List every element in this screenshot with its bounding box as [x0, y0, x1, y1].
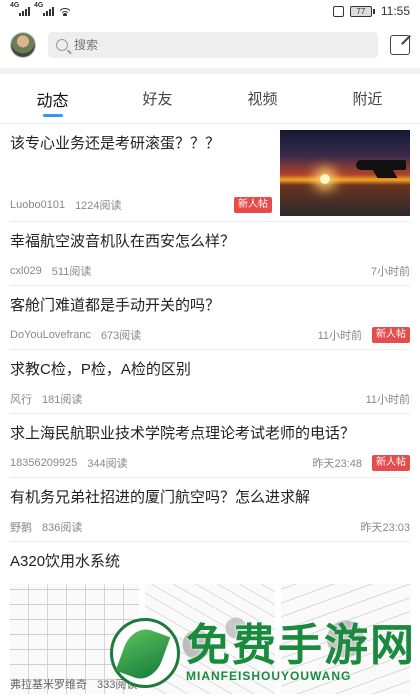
feed: 该专心业务还是考研滚蛋？？？ Luobo0101 1224阅读 新人帖 幸福航空…: [0, 124, 420, 700]
status-left: 4G 4G: [10, 2, 72, 16]
post-author: 野鹅: [10, 522, 32, 534]
post-author: 18356209925: [10, 457, 78, 469]
network-type-label: 4G: [34, 2, 44, 9]
watermark-logo-icon: [110, 618, 180, 688]
search-bar[interactable]: [48, 32, 378, 58]
post-author: 弗拉基米罗维奇: [10, 679, 87, 691]
new-post-badge: 新人帖: [372, 455, 410, 471]
vibrate-icon: [332, 5, 344, 17]
tab-dynamic[interactable]: 动态: [0, 74, 105, 123]
battery-level: 77: [349, 5, 372, 17]
compose-icon[interactable]: [390, 35, 410, 55]
network-type-label: 4G: [10, 2, 20, 9]
post-thumbnail[interactable]: [280, 130, 410, 216]
tab-nearby[interactable]: 附近: [315, 74, 420, 123]
post-views: 344阅读: [87, 458, 128, 470]
top-bar: [0, 22, 420, 68]
clock: 11:55: [380, 4, 410, 18]
list-item[interactable]: 求上海民航职业技术学院考点理论考试老师的电话？ 18356209925 344阅…: [10, 414, 410, 478]
new-post-badge: 新人帖: [372, 327, 410, 343]
tab-video[interactable]: 视频: [210, 74, 315, 123]
post-time: 昨天23:03: [360, 522, 410, 534]
avatar[interactable]: [10, 32, 36, 58]
tab-bar: 动态 好友 视频 附近: [0, 74, 420, 124]
post-title: 有机务兄弟社招进的厦门航空吗？怎么进求解: [10, 489, 311, 506]
post-time: 7小时前: [370, 266, 410, 278]
post-views: 673阅读: [100, 330, 142, 342]
list-item[interactable]: 该专心业务还是考研滚蛋？？？ Luobo0101 1224阅读 新人帖: [10, 124, 410, 222]
post-title: 幸福航空波音机队在西安怎么样？: [10, 233, 236, 250]
status-right: 77 11:55: [332, 4, 410, 18]
post-time: 11小时前: [317, 330, 362, 342]
signal-icon: 4G: [10, 2, 30, 16]
post-time: 11小时前: [365, 394, 410, 406]
post-title: 客舱门难道都是手动开关的吗？: [10, 297, 221, 314]
battery-icon: 77: [349, 5, 375, 17]
status-bar: 4G 4G 77 11:55: [0, 0, 420, 22]
post-author: Luobo0101: [10, 199, 66, 211]
post-views: 511阅读: [51, 266, 92, 278]
wifi-icon: [58, 6, 72, 16]
tab-friends[interactable]: 好友: [105, 74, 210, 123]
post-title: 求上海民航职业技术学院考点理论考试老师的电话？: [10, 425, 356, 442]
list-item[interactable]: 有机务兄弟社招进的厦门航空吗？怎么进求解 野鹅 836阅读 昨天23:03: [10, 478, 410, 542]
watermark: 免费手游网 MIANFEISHOUYOUWANG: [110, 618, 416, 688]
post-title: A320饮用水系统: [10, 553, 121, 570]
post-author: cxl029: [10, 265, 42, 277]
post-title: 求教C检，P检，A检的区别: [10, 361, 191, 378]
list-item[interactable]: 求教C检，P检，A检的区别 风行 181阅读 11小时前: [10, 350, 410, 414]
search-icon: [56, 39, 68, 51]
new-post-badge: 新人帖: [234, 197, 272, 213]
post-views: 836阅读: [42, 522, 83, 534]
post-author: DoYouLovefranc: [10, 329, 91, 341]
list-item[interactable]: 幸福航空波音机队在西安怎么样？ cxl029 511阅读 7小时前: [10, 222, 410, 286]
post-title: 该专心业务还是考研滚蛋？？？: [10, 135, 221, 152]
search-input[interactable]: [74, 38, 370, 52]
list-item[interactable]: 客舱门难道都是手动开关的吗？ DoYouLovefranc 673阅读 11小时…: [10, 286, 410, 350]
post-time: 昨天23:48: [312, 458, 362, 470]
post-author: 风行: [10, 394, 32, 406]
post-views: 1224阅读: [75, 200, 122, 212]
signal-icon: 4G: [34, 2, 54, 16]
watermark-title: 免费手游网: [186, 620, 416, 671]
watermark-subtitle: MIANFEISHOUYOUWANG: [186, 669, 352, 683]
post-views: 181阅读: [42, 394, 83, 406]
